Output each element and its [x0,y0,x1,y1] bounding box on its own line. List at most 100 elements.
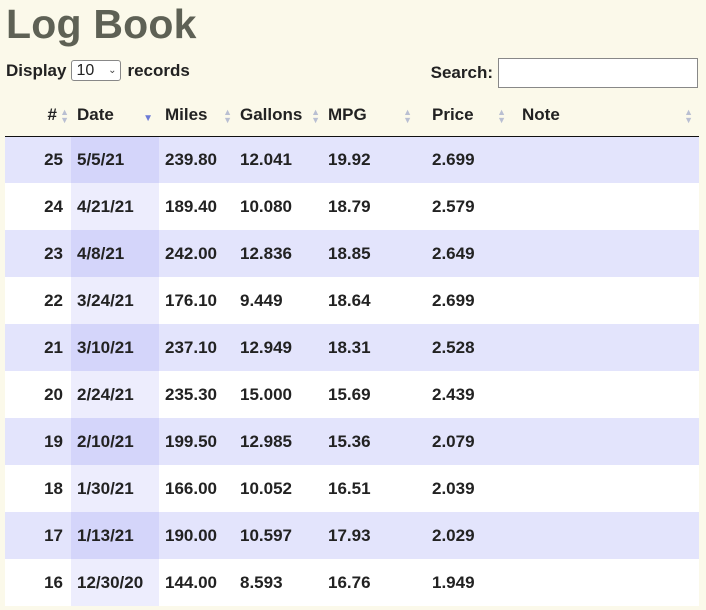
page-length-select[interactable]: 10 ⌄ [71,60,122,81]
cell-price: 2.039 [422,465,510,512]
page-length-control: Display 10 ⌄ records [6,60,190,81]
table-row[interactable]: 19 2/10/21 199.50 12.985 15.36 2.079 [5,418,699,465]
cell-note [510,324,699,371]
cell-mpg: 18.31 [322,324,422,371]
cell-price: 2.528 [422,324,510,371]
cell-date: 4/21/21 [71,183,159,230]
cell-num: 25 [5,136,71,183]
column-header-label: Date [77,105,114,125]
column-header-gallons[interactable]: Gallons ▲ ▼ [234,99,322,137]
cell-date: 2/10/21 [71,418,159,465]
cell-mpg: 15.69 [322,371,422,418]
cell-mpg: 16.76 [322,559,422,606]
column-header-num[interactable]: # ▲ ▼ [5,99,71,137]
table-row[interactable]: 17 1/13/21 190.00 10.597 17.93 2.029 [5,512,699,559]
column-header-date[interactable]: Date ▼ [71,99,159,137]
table-row[interactable]: 20 2/24/21 235.30 15.000 15.69 2.439 [5,371,699,418]
cell-note [510,136,699,183]
cell-price: 2.439 [422,371,510,418]
cell-num: 22 [5,277,71,324]
cell-gallons: 12.836 [234,230,322,277]
cell-date: 5/5/21 [71,136,159,183]
log-table: # ▲ ▼ Date ▼ Miles ▲ ▼ Gallons ▲ ▼ MPG ▲ ▼ P… [5,99,699,606]
cell-num: 20 [5,371,71,418]
cell-gallons: 15.000 [234,371,322,418]
sort-both-icon: ▲ ▼ [403,107,412,125]
cell-date: 3/10/21 [71,324,159,371]
cell-gallons: 10.052 [234,465,322,512]
cell-note [510,183,699,230]
page-length-value: 10 [76,61,95,79]
cell-num: 17 [5,512,71,559]
cell-date: 1/13/21 [71,512,159,559]
cell-price: 2.579 [422,183,510,230]
column-header-miles[interactable]: Miles ▲ ▼ [159,99,234,137]
cell-miles: 144.00 [159,559,234,606]
sort-both-icon: ▲ ▼ [60,107,69,125]
column-header-mpg[interactable]: MPG ▲ ▼ [322,99,422,137]
column-header-note[interactable]: Note ▲ ▼ [510,99,699,137]
column-header-label: Miles [165,105,208,125]
cell-mpg: 16.51 [322,465,422,512]
cell-num: 16 [5,559,71,606]
search-input[interactable] [498,58,698,88]
column-header-label: # [47,105,57,125]
cell-note [510,277,699,324]
cell-note [510,465,699,512]
records-label: records [127,60,190,80]
cell-miles: 242.00 [159,230,234,277]
cell-mpg: 18.79 [322,183,422,230]
cell-date: 12/30/20 [71,559,159,606]
cell-num: 18 [5,465,71,512]
cell-miles: 166.00 [159,465,234,512]
cell-note [510,559,699,606]
cell-gallons: 10.597 [234,512,322,559]
header-row: # ▲ ▼ Date ▼ Miles ▲ ▼ Gallons ▲ ▼ MPG ▲ ▼ P… [5,99,699,137]
cell-miles: 239.80 [159,136,234,183]
cell-num: 23 [5,230,71,277]
cell-miles: 176.10 [159,277,234,324]
column-header-label: Price [432,105,474,125]
cell-num: 24 [5,183,71,230]
table-row[interactable]: 18 1/30/21 166.00 10.052 16.51 2.039 [5,465,699,512]
table-row[interactable]: 16 12/30/20 144.00 8.593 16.76 1.949 [5,559,699,606]
cell-gallons: 12.041 [234,136,322,183]
cell-price: 2.699 [422,136,510,183]
table-row[interactable]: 21 3/10/21 237.10 12.949 18.31 2.528 [5,324,699,371]
cell-mpg: 15.36 [322,418,422,465]
search-control: Search: [431,58,698,88]
column-header-price[interactable]: Price ▲ ▼ [422,99,510,137]
cell-gallons: 10.080 [234,183,322,230]
table-row[interactable]: 25 5/5/21 239.80 12.041 19.92 2.699 [5,136,699,183]
cell-miles: 189.40 [159,183,234,230]
cell-price: 2.029 [422,512,510,559]
cell-miles: 237.10 [159,324,234,371]
table-row[interactable]: 24 4/21/21 189.40 10.080 18.79 2.579 [5,183,699,230]
cell-price: 2.649 [422,230,510,277]
cell-date: 1/30/21 [71,465,159,512]
cell-date: 2/24/21 [71,371,159,418]
column-header-label: Gallons [240,105,303,125]
cell-note [510,230,699,277]
cell-gallons: 12.985 [234,418,322,465]
column-header-label: MPG [328,105,367,125]
cell-note [510,512,699,559]
display-label: Display [6,60,67,80]
cell-date: 3/24/21 [71,277,159,324]
cell-price: 2.699 [422,277,510,324]
cell-num: 19 [5,418,71,465]
table-row[interactable]: 23 4/8/21 242.00 12.836 18.85 2.649 [5,230,699,277]
column-header-label: Note [522,105,560,125]
search-label: Search: [430,63,493,82]
cell-price: 1.949 [422,559,510,606]
cell-mpg: 19.92 [322,136,422,183]
cell-mpg: 18.64 [322,277,422,324]
table-row[interactable]: 22 3/24/21 176.10 9.449 18.64 2.699 [5,277,699,324]
sort-desc-icon: ▼ [143,113,153,124]
cell-note [510,418,699,465]
sort-both-icon: ▲ ▼ [497,107,506,125]
sort-both-icon: ▲ ▼ [223,107,232,125]
cell-date: 4/8/21 [71,230,159,277]
sort-both-icon: ▲ ▼ [684,107,693,125]
page-title: Log Book [6,1,197,47]
